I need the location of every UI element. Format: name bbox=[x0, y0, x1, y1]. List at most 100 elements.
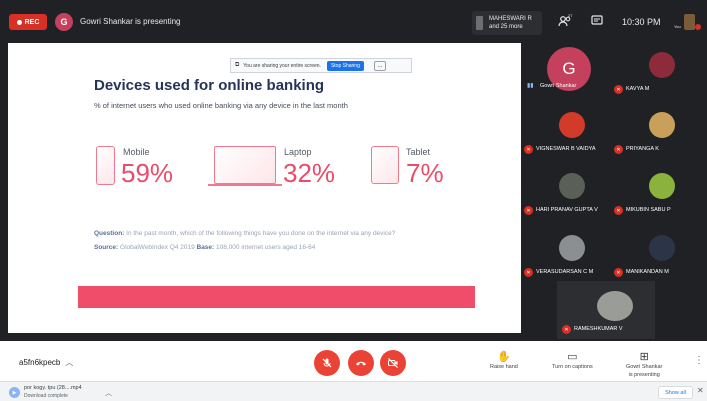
screen-share-icon: ⧉ bbox=[235, 62, 240, 68]
download-bar: ▶ por kogy. tpu (28....mp4 Download comp… bbox=[0, 381, 707, 401]
participant-avatar bbox=[649, 52, 675, 78]
laptop-base bbox=[208, 184, 282, 186]
participant-name: VERASUDARSAN C M bbox=[536, 269, 594, 275]
source-label: Source: bbox=[94, 244, 119, 251]
mic-off-icon: ✕ bbox=[524, 268, 533, 277]
captions-icon: ▭ bbox=[567, 351, 578, 363]
stop-sharing-button[interactable]: Stop Sharing bbox=[326, 60, 364, 71]
mic-off-icon: ✕ bbox=[614, 206, 623, 215]
question-label: Question: bbox=[94, 230, 125, 237]
participant-tile[interactable]: ✕ MIKUBIN SABU P bbox=[613, 172, 707, 218]
question-note: Question: In the past month, which of th… bbox=[94, 230, 395, 237]
meeting-code: a5fn6kpecb bbox=[19, 358, 61, 367]
show-all-button[interactable]: Show all bbox=[658, 386, 693, 399]
raise-hand-button[interactable]: ✋ Raise hand bbox=[490, 351, 518, 371]
presenter-avatar: G bbox=[55, 13, 73, 31]
sharing-notice: You are sharing your entire screen. bbox=[243, 62, 321, 69]
mic-off-icon: ✕ bbox=[614, 268, 623, 277]
participant-avatar bbox=[649, 235, 675, 261]
device-name: Laptop bbox=[284, 147, 312, 157]
base-text: 108,000 internet users aged 16-64 bbox=[214, 244, 316, 251]
more-options-icon[interactable]: ⋮ bbox=[694, 355, 704, 366]
mic-off-icon: ✕ bbox=[524, 206, 533, 215]
download-item[interactable]: ▶ por kogy. tpu (28....mp4 Download comp… bbox=[9, 385, 117, 400]
captions-button[interactable]: ▭ Turn on captions bbox=[552, 351, 593, 371]
presenting-label-2: is presenting bbox=[628, 372, 660, 378]
slide-title: Devices used for online banking bbox=[94, 77, 325, 94]
pinned-host[interactable]: MAHESWARI R and 25 more bbox=[472, 11, 542, 35]
base-label: Base: bbox=[196, 244, 215, 251]
people-count: 27 bbox=[568, 13, 573, 18]
participant-avatar bbox=[559, 235, 585, 261]
mic-off-icon: ✕ bbox=[562, 325, 571, 334]
participant-name: RAMESHKUMAR V bbox=[574, 326, 623, 332]
recording-label: REC bbox=[24, 18, 40, 26]
participant-avatar bbox=[597, 291, 633, 321]
mic-toggle-button[interactable] bbox=[314, 350, 340, 376]
control-bar: a5fn6kpecb ︿ ✋ Raise hand ▭ Turn on capti… bbox=[0, 341, 707, 381]
device-name: Tablet bbox=[406, 147, 431, 157]
captions-label: Turn on captions bbox=[552, 364, 593, 370]
you-label: You bbox=[674, 24, 681, 29]
participant-tile[interactable]: ✕ VIGNESWAR B VAIDYA bbox=[523, 111, 621, 157]
camera-toggle-button[interactable] bbox=[380, 350, 406, 376]
self-view-tile[interactable]: You bbox=[674, 12, 701, 34]
recording-badge[interactable]: REC bbox=[9, 14, 47, 30]
participant-tile[interactable]: ✕ MANIKANDAN M bbox=[613, 234, 707, 280]
hand-icon: ✋ bbox=[497, 351, 511, 363]
participant-name: HARI PRANAV GUPTA V bbox=[536, 207, 598, 213]
participant-tile[interactable]: ✕ HARI PRANAV GUPTA V bbox=[523, 172, 621, 218]
host-name: MAHESWARI R bbox=[489, 16, 532, 22]
meet-window: REC G Gowri Shankar is presenting MAHESW… bbox=[0, 0, 707, 381]
leave-call-button[interactable] bbox=[348, 350, 374, 376]
mic-off-icon: ✕ bbox=[614, 85, 623, 94]
participant-tile[interactable]: ✕ VERASUDARSAN C M bbox=[523, 234, 621, 280]
participant-tile[interactable]: ✕ RAMESHKUMAR V bbox=[557, 281, 655, 339]
muted-icon bbox=[695, 24, 701, 30]
tablet-device-icon bbox=[371, 146, 399, 184]
shared-screen: ⧉ You are sharing your entire screen. St… bbox=[8, 43, 521, 333]
participant-name: MIKUBIN SABU P bbox=[626, 207, 671, 213]
device-percent: 59% bbox=[121, 158, 174, 188]
screen-share-banner: ⧉ You are sharing your entire screen. St… bbox=[230, 58, 412, 73]
chevron-up-icon[interactable]: ︿ bbox=[105, 388, 112, 398]
chevron-up-icon: ︿ bbox=[65, 358, 74, 367]
participant-name: KAVYA M bbox=[626, 86, 650, 92]
record-dot-icon bbox=[16, 19, 22, 25]
participant-name: PRIYANGA K bbox=[626, 146, 659, 152]
download-file-name: por kogy. tpu (28....mp4 bbox=[24, 385, 82, 391]
raise-hand-label: Raise hand bbox=[490, 364, 518, 370]
device-percent: 32% bbox=[283, 158, 336, 188]
source-note: Source: GlobalWebIndex Q4 2019 Base: 108… bbox=[94, 244, 315, 251]
laptop-device-icon bbox=[214, 146, 276, 184]
participant-avatar bbox=[649, 173, 675, 199]
mic-off-icon: ✕ bbox=[614, 145, 623, 154]
self-video bbox=[684, 14, 695, 30]
mic-off-icon bbox=[322, 358, 332, 368]
camera-off-icon bbox=[388, 358, 398, 368]
device-percent: 7% bbox=[406, 158, 444, 188]
device-name: Mobile bbox=[123, 147, 150, 157]
speaking-indicator-icon: ▮▮ bbox=[527, 83, 534, 89]
presenting-label-1: Gowri Shankar bbox=[626, 364, 663, 370]
file-icon: ▶ bbox=[9, 387, 20, 398]
participant-avatar bbox=[559, 173, 585, 199]
download-status: Download complete bbox=[24, 393, 68, 399]
close-icon[interactable]: ✕ bbox=[697, 386, 704, 395]
hide-banner-button[interactable]: ... bbox=[373, 60, 386, 71]
clock: 10:30 PM bbox=[622, 17, 661, 27]
host-more: and 25 more bbox=[489, 24, 523, 30]
meeting-details-button[interactable]: a5fn6kpecb ︿ bbox=[19, 357, 73, 368]
question-text: In the past month, which of the followin… bbox=[124, 230, 396, 237]
participant-avatar bbox=[649, 112, 675, 138]
slide-accent-bar bbox=[78, 286, 475, 308]
participant-tile[interactable]: ✕ PRIYANGA K bbox=[613, 111, 707, 157]
hang-up-icon bbox=[356, 361, 366, 366]
slide-subtitle: % of internet users who used online bank… bbox=[94, 101, 348, 110]
participant-name: MANIKANDAN M bbox=[626, 269, 669, 275]
participant-tile[interactable]: ✕ KAVYA M bbox=[613, 51, 707, 97]
presenting-button[interactable]: ⊞ Gowri Shankar is presenting bbox=[626, 351, 662, 379]
chat-icon[interactable] bbox=[591, 15, 603, 30]
top-bar: REC G Gowri Shankar is presenting MAHESW… bbox=[0, 11, 707, 37]
mic-off-icon: ✕ bbox=[524, 145, 533, 154]
